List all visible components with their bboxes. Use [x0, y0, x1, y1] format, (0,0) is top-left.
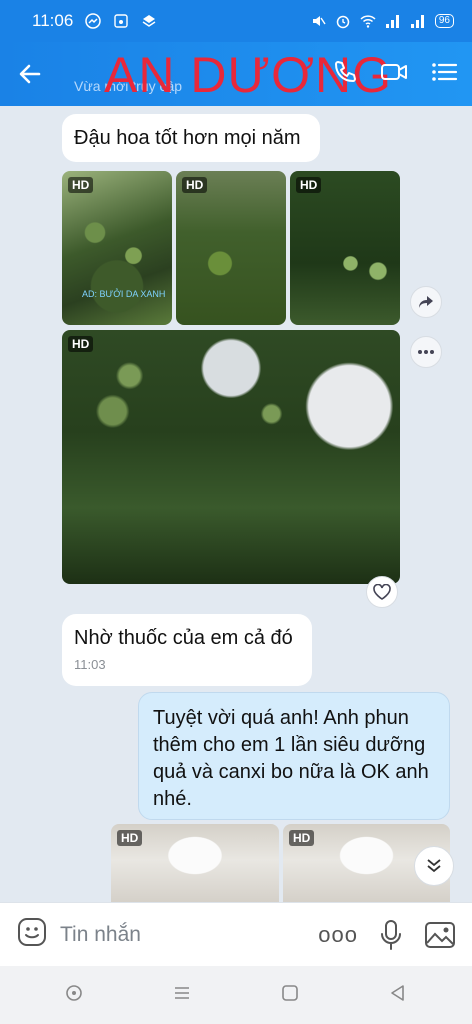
signal-icon — [385, 15, 399, 28]
mute-icon — [312, 16, 326, 26]
back-button[interactable] — [0, 42, 60, 106]
call-button[interactable] — [332, 59, 358, 90]
message-bubble[interactable]: Nhờ thuốc của em cả đó 11:03 — [62, 614, 312, 686]
hd-badge: HD — [68, 177, 94, 193]
sticker-button[interactable] — [16, 916, 48, 953]
circle-dot-icon — [66, 984, 82, 1001]
square-icon — [282, 984, 298, 1001]
hotspot-icon — [114, 14, 128, 28]
message-bubble[interactable]: Đậu hoa tốt hơn mọi năm — [62, 114, 320, 162]
double-chevron-down-icon — [427, 859, 441, 873]
image-button[interactable] — [424, 920, 456, 950]
message-text: Nhờ thuốc của em cả đó — [74, 627, 293, 649]
message-text: Tuyệt vời quá anh! Anh phun thêm cho em … — [153, 707, 429, 810]
battery-icon: 96 — [434, 14, 454, 28]
sticker-icon — [18, 918, 46, 946]
recents-button[interactable] — [173, 985, 191, 1006]
phone-icon — [335, 60, 356, 82]
list-menu-icon — [432, 62, 458, 81]
home-button[interactable] — [281, 984, 299, 1007]
status-time: 11:06 — [32, 11, 74, 30]
hd-badge: HD — [182, 177, 208, 193]
wifi-icon — [360, 15, 376, 28]
react-button[interactable] — [366, 576, 398, 608]
photo-thumbnail[interactable]: HD — [176, 171, 286, 325]
chat-area[interactable]: Đậu hoa tốt hơn mọi năm HD AD: BƯỞI DA X… — [0, 106, 472, 902]
hd-badge: HD — [296, 177, 322, 193]
messenger-icon — [85, 13, 102, 29]
hd-badge: HD — [289, 830, 315, 846]
message-text: Đậu hoa tốt hơn mọi năm — [74, 127, 301, 149]
microphone-icon — [381, 919, 401, 950]
video-call-button[interactable] — [380, 59, 408, 90]
menu-lines-icon — [175, 986, 189, 999]
share-arrow-icon — [419, 296, 433, 308]
photo-large[interactable]: HD — [62, 330, 400, 584]
menu-button[interactable] — [430, 59, 458, 90]
message-input[interactable]: Tin nhắn — [60, 923, 296, 947]
more-attachments-button[interactable]: ooo — [318, 922, 358, 948]
chat-header: Vừa mới truy cập AN DƯƠNG — [0, 42, 472, 106]
alarm-icon — [336, 15, 350, 29]
photo-thumbnail[interactable]: HD — [290, 171, 400, 325]
more-dots-icon — [418, 350, 434, 354]
signal-icon-2 — [410, 15, 424, 28]
photo-thumbnail[interactable]: HD AD: BƯỞI DA XANH — [62, 171, 172, 325]
arrow-left-icon — [19, 64, 41, 84]
voice-button[interactable] — [380, 919, 402, 951]
scroll-down-button[interactable] — [414, 846, 454, 886]
forward-button[interactable] — [410, 286, 442, 318]
layers-icon — [142, 15, 156, 27]
back-nav-button[interactable] — [389, 984, 407, 1007]
photo-thumbnail[interactable]: HD — [111, 824, 279, 902]
message-composer: Tin nhắn ooo — [0, 902, 472, 966]
photo-watermark: AD: BƯỞI DA XANH — [82, 289, 166, 299]
triangle-back-icon — [391, 984, 404, 1001]
hd-badge: HD — [68, 336, 94, 352]
heart-icon — [373, 584, 391, 600]
assistant-button[interactable] — [65, 984, 83, 1007]
hd-badge: HD — [117, 830, 143, 846]
message-bubble-sent[interactable]: Tuyệt vời quá anh! Anh phun thêm cho em … — [138, 692, 450, 820]
video-icon — [381, 63, 407, 80]
image-icon — [425, 921, 455, 948]
status-bar: 11:06 96 — [0, 0, 472, 42]
message-time: 11:03 — [74, 657, 106, 672]
more-options-button[interactable] — [410, 336, 442, 368]
system-nav-bar — [0, 966, 472, 1024]
